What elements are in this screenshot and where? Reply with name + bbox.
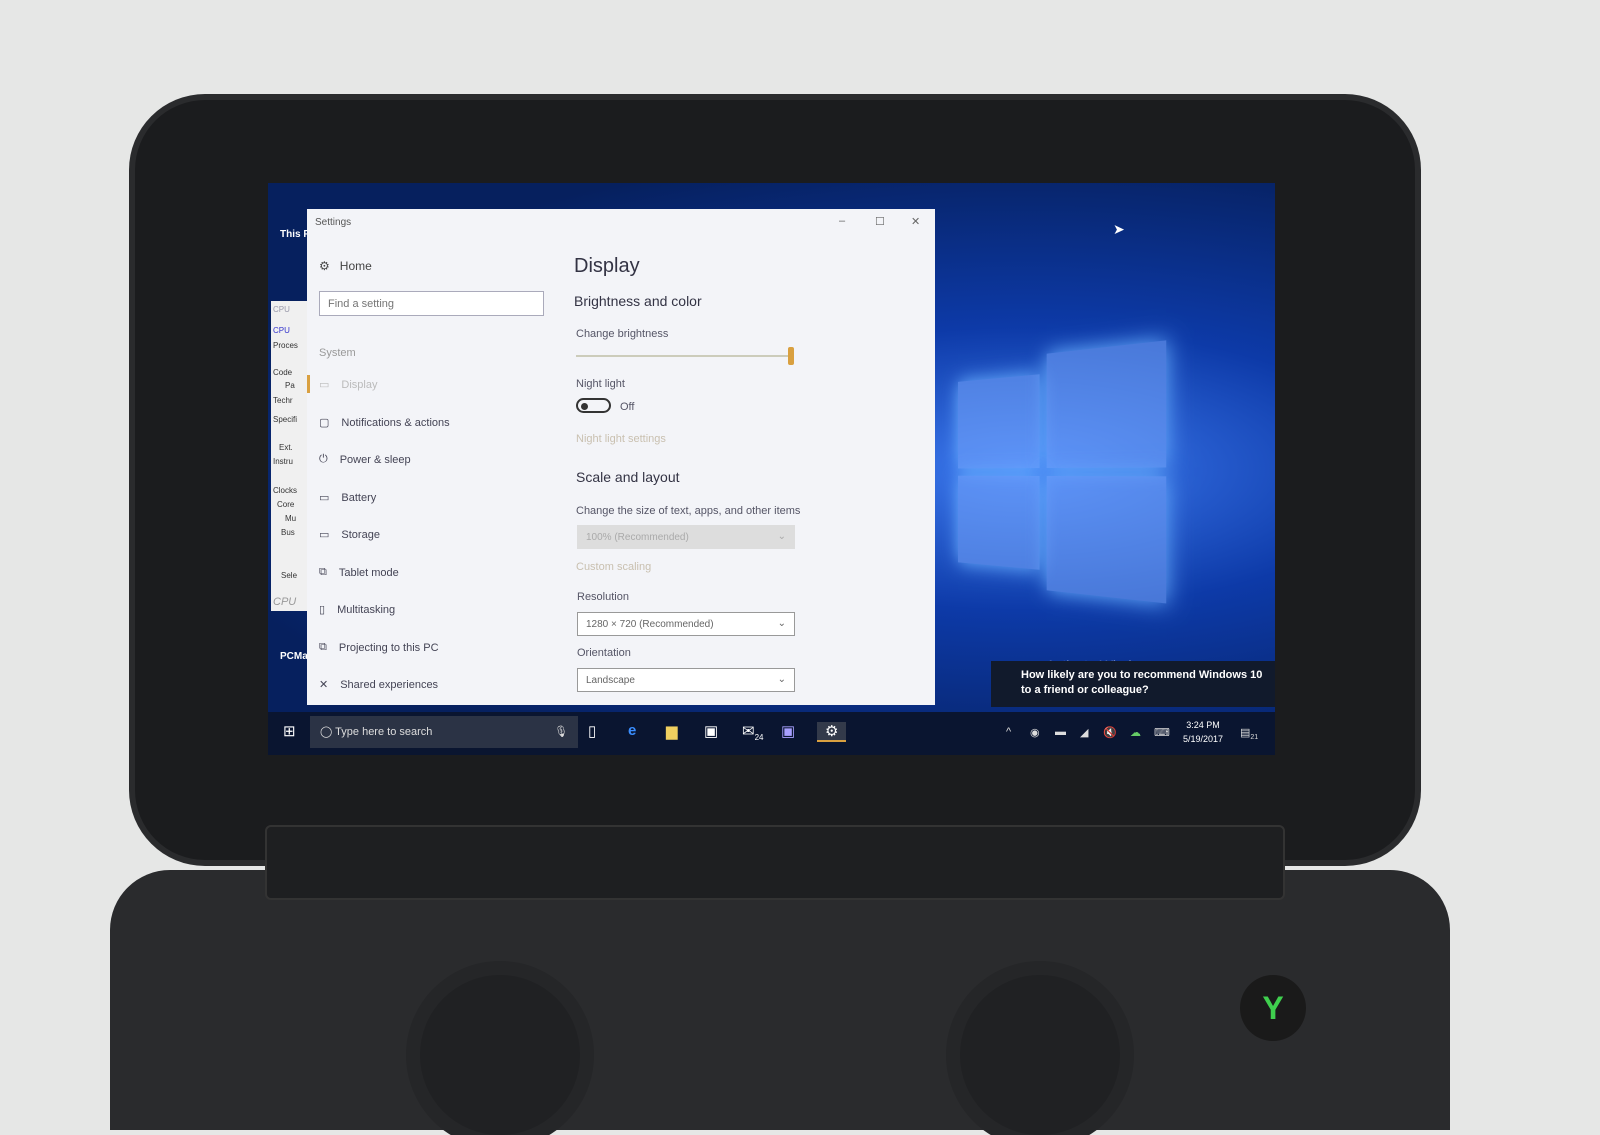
storage-icon: ▭ [319,529,330,541]
scale-heading: Scale and layout [576,469,680,485]
cpuz-title: CPU [273,305,290,314]
microphone-icon: 🎙 [554,726,568,738]
cpuz-label: Proces [273,341,298,350]
sidebar-item-projecting[interactable]: ⧉ Projecting to this PC [319,641,439,654]
section-label: System [319,347,356,359]
device-hinge [265,825,1285,900]
settings-window: Settings – ☐ ✕ ⚙ Home System ▭Display ▢N… [307,209,935,705]
keyboard-icon[interactable]: ⌨ [1154,726,1170,739]
notifications-icon: ▢ [319,417,330,429]
slider-thumb[interactable] [788,347,794,365]
resolution-label: Resolution [577,591,629,603]
multitasking-icon: ▯ [319,604,326,616]
cpuz-label: Instru [273,457,294,466]
cpuz-select-button[interactable]: Sele [281,571,297,580]
night-light-settings-link[interactable]: Night light settings [576,433,666,445]
edge-icon[interactable]: e [628,722,636,739]
sidebar-item-tablet-mode[interactable]: ⧉ Tablet mode [319,566,399,579]
maximize-button[interactable]: ☐ [875,215,885,228]
chevron-down-icon: ⌄ [777,674,786,685]
selection-indicator [307,375,310,393]
settings-taskbar-icon[interactable]: ⚙ [817,722,847,742]
shared-icon: ✕ [319,679,329,691]
left-joystick [420,975,580,1135]
sidebar-item-storage[interactable]: ▭ Storage [319,528,380,542]
brightness-label: Change brightness [576,328,669,340]
sidebar-item-shared[interactable]: ✕ Shared experiences [319,678,438,692]
sidebar-item-display[interactable]: ▭ Display [319,378,377,392]
show-hidden-icons[interactable]: ^ [1006,726,1011,738]
cortana-tray-icon[interactable]: ◉ [1030,726,1040,739]
custom-scaling-link[interactable]: Custom scaling [576,561,651,573]
windows-logo-wallpaper [958,340,1168,606]
close-button[interactable]: ✕ [911,215,920,228]
battery-icon: ▭ [319,492,330,504]
home-link[interactable]: ⚙ Home [319,259,372,273]
brightness-slider[interactable] [576,347,794,365]
volume-muted-icon[interactable]: 🔇 [1103,726,1117,739]
sidebar-item-power[interactable]: ⏻ Power & sleep [319,453,411,466]
sidebar-item-battery[interactable]: ▭ Battery [319,491,376,505]
cpuz-label: Techr [273,396,293,405]
night-light-toggle[interactable] [576,398,611,413]
cpuz-footer-logo: CPU [273,596,297,608]
cpuz-label: Clocks [273,486,298,495]
scale-label: Change the size of text, apps, and other… [576,505,801,517]
cpuz-label: Specifi [273,415,298,424]
taskbar-search[interactable]: ◯ Type here to search 🎙 [310,716,578,748]
display-icon: ▭ [319,379,330,391]
cpuz-label: Bus [281,528,295,537]
mail-icon[interactable]: ✉24 [742,722,763,742]
resolution-dropdown[interactable]: 1280 × 720 (Recommended) ⌄ [577,612,795,636]
orientation-label: Orientation [577,647,631,659]
windows-start-icon[interactable]: ⊞ [283,722,296,740]
gear-icon: ⚙ [319,259,330,273]
cpuz-tab-cpu[interactable]: CPU [273,326,290,335]
cpuz-label: Ext. [279,443,293,452]
action-center-icon[interactable]: ▤21 [1240,726,1258,741]
onedrive-icon[interactable]: ☁ [1130,726,1141,739]
orientation-dropdown[interactable]: Landscape ⌄ [577,668,795,692]
sidebar-item-multitasking[interactable]: ▯ Multitasking [319,603,395,617]
y-button: Y [1240,975,1306,1041]
battery-tray-icon[interactable]: ▬ [1055,726,1066,738]
screen: This P CPU CPU Proces Code Pa Techr Spec… [268,183,1275,755]
minimize-button[interactable]: – [839,215,845,227]
scale-dropdown[interactable]: 100% (Recommended) ⌄ [577,525,795,549]
feedback-toast[interactable]: How likely are you to recommend Windows … [991,661,1275,707]
sidebar-item-notifications[interactable]: ▢ Notifications & actions [319,416,450,430]
power-icon: ⏻ [319,453,328,465]
chevron-down-icon: ⌄ [777,618,786,629]
night-light-label: Night light [576,378,625,390]
cpuz-label: Mu [285,514,297,523]
file-explorer-icon[interactable]: ▆ [666,722,678,740]
mouse-cursor-icon: ➤ [1113,221,1125,237]
this-pc-icon[interactable]: This P [280,229,310,240]
cpuz-label: Code [273,368,293,377]
cpuz-label: Core [277,500,295,509]
cpuz-label: Pa [285,381,295,390]
taskbar: ⊞ ◯ Type here to search 🎙 ▯ e ▆ ▣ ✉24 ▣ ⚙… [268,712,1275,755]
projecting-icon: ⧉ [319,641,327,653]
right-joystick [960,975,1120,1135]
find-setting-input[interactable] [319,291,544,316]
night-light-state: Off [620,401,635,413]
brightness-heading: Brightness and color [574,293,702,309]
store-icon[interactable]: ▣ [704,722,718,740]
page-title: Display [574,255,640,277]
task-view-icon[interactable]: ▯ [588,722,596,740]
clock[interactable]: 3:24 PM 5/19/2017 [1183,718,1223,746]
chevron-down-icon: ⌄ [777,531,786,542]
wifi-icon[interactable]: ◢ [1080,726,1088,739]
cpuz-window[interactable]: CPU CPU Proces Code Pa Techr Specifi Ext… [271,301,311,611]
tablet-icon: ⧉ [319,566,327,578]
app-icon[interactable]: ▣ [781,722,795,740]
